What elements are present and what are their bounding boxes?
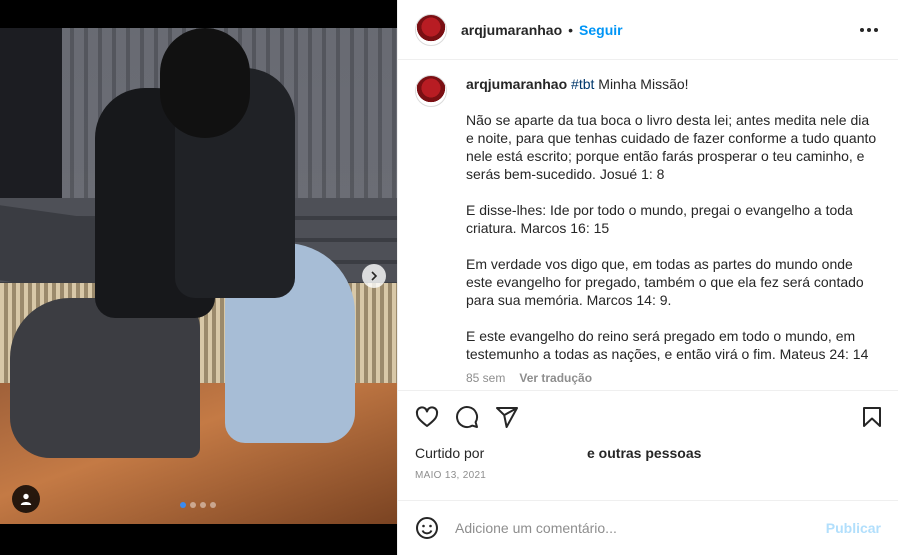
header-separator: • [568, 21, 574, 38]
likes-others-link[interactable]: e outras pessoas [587, 445, 701, 461]
carousel-next-button[interactable] [362, 264, 386, 288]
caption-section: arqjumaranhao #tbt Minha Missão! Não se … [398, 61, 898, 390]
more-options-icon[interactable] [860, 22, 878, 38]
likes-prefix: Curtido por [415, 445, 485, 461]
photo-shadow [0, 28, 62, 208]
carousel-dot [200, 502, 206, 508]
hashtag-link[interactable]: #tbt [571, 76, 594, 92]
caption-paragraph: Em verdade vos digo que, em todas as par… [466, 256, 864, 308]
paper-plane-icon[interactable] [495, 405, 519, 429]
carousel-dot [210, 502, 216, 508]
post-header: arqjumaranhao • Seguir [398, 0, 898, 60]
caption-paragraph: E este evangelho do reino será pregado e… [466, 328, 869, 362]
translate-link[interactable]: Ver tradução [519, 371, 592, 385]
carousel-dot [180, 502, 186, 508]
likes-line: Curtido por e outras pessoas [415, 445, 701, 461]
post-media-area [0, 0, 397, 555]
smiley-icon[interactable] [415, 516, 439, 540]
carousel-dot [190, 502, 196, 508]
caption-paragraph: E disse-lhes: Ide por todo o mundo, preg… [466, 202, 853, 236]
comment-form: Publicar [398, 500, 898, 555]
post-date[interactable]: MAIO 13, 2021 [415, 470, 486, 481]
bookmark-icon[interactable] [860, 405, 884, 429]
user-icon [20, 493, 32, 505]
tagged-users-button[interactable] [12, 485, 40, 513]
heart-icon[interactable] [415, 405, 439, 429]
caption-text: arqjumaranhao #tbt Minha Missão! Não se … [466, 75, 878, 363]
follow-button[interactable]: Seguir [579, 22, 623, 38]
post-panel: arqjumaranhao • Seguir arqjumaranhao #tb… [397, 0, 898, 555]
caption-username[interactable]: arqjumaranhao [466, 76, 567, 92]
avatar[interactable] [415, 13, 447, 46]
photo-figure-left-legs [10, 298, 200, 458]
comment-input[interactable] [455, 520, 815, 536]
caption-avatar[interactable] [415, 75, 447, 107]
header-username[interactable]: arqjumaranhao [461, 22, 562, 38]
action-bar [398, 390, 898, 442]
caption-meta: 85 sem Ver tradução [466, 371, 878, 385]
caption-title: Minha Missão! [594, 76, 689, 92]
post-age[interactable]: 85 sem [466, 371, 505, 385]
publish-button[interactable]: Publicar [826, 520, 881, 536]
caption-paragraph: Não se aparte da tua boca o livro desta … [466, 112, 877, 182]
carousel-indicator [180, 502, 216, 508]
comment-icon[interactable] [455, 405, 479, 429]
post-photo[interactable] [0, 28, 397, 524]
chevron-right-icon [371, 271, 378, 281]
photo-hair [160, 28, 250, 138]
